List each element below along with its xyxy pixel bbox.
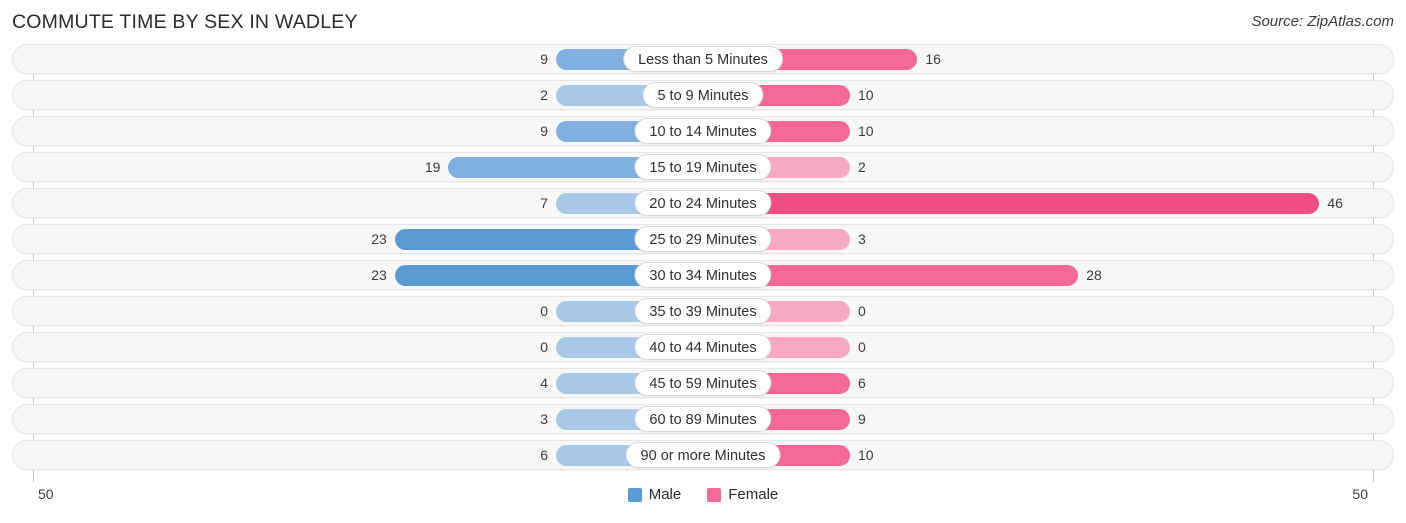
chart-row: 4 6 45 to 59 Minutes [0,368,1406,398]
chart-row: 19 2 15 to 19 Minutes [0,152,1406,182]
source-attribution: Source: ZipAtlas.com [1251,13,1394,30]
legend-swatch-icon [627,487,642,502]
chart-footer: 50 50 Male Female [0,482,1406,523]
chart-row: 23 3 25 to 29 Minutes [0,224,1406,254]
chart-row: 0 0 40 to 44 Minutes [0,332,1406,362]
legend-label: Male [648,486,682,503]
value-label-female: 2 [858,159,866,175]
category-label: 40 to 44 Minutes [634,334,772,360]
value-label-male: 0 [540,303,548,319]
value-label-male: 9 [540,123,548,139]
value-label-male: 7 [540,195,548,211]
value-label-male: 3 [540,411,548,427]
value-label-female: 9 [858,411,866,427]
value-label-male: 4 [540,375,548,391]
category-label: 30 to 34 Minutes [634,262,772,288]
chart-plot-area: 9 16 Less than 5 Minutes 2 10 5 to 9 Minutes 9… [0,44,1406,482]
value-label-female: 3 [858,231,866,247]
chart-row: 9 16 Less than 5 Minutes [0,44,1406,74]
category-label: 60 to 89 Minutes [634,406,772,432]
legend-label: Female [728,486,779,503]
chart-row: 3 9 60 to 89 Minutes [0,404,1406,434]
page-title: COMMUTE TIME BY SEX IN WADLEY [12,11,358,33]
value-label-female: 10 [858,123,874,139]
value-label-male: 6 [540,447,548,463]
legend-swatch-icon [707,487,722,502]
category-label: 35 to 39 Minutes [634,298,772,324]
value-label-male: 9 [540,51,548,67]
category-label: 25 to 29 Minutes [634,226,772,252]
category-label: 15 to 19 Minutes [634,154,772,180]
value-label-male: 23 [371,267,387,283]
value-label-male: 23 [371,231,387,247]
chart-header: COMMUTE TIME BY SEX IN WADLEY Source: Zi… [0,0,1406,44]
value-label-female: 6 [858,375,866,391]
chart-row: 7 46 20 to 24 Minutes [0,188,1406,218]
value-label-female: 28 [1086,267,1102,283]
chart-row: 0 0 35 to 39 Minutes [0,296,1406,326]
value-label-female: 10 [858,447,874,463]
category-label: 90 or more Minutes [625,442,781,468]
legend-item-female[interactable]: Female [707,486,778,503]
value-label-female: 10 [858,87,874,103]
chart-row: 6 10 90 or more Minutes [0,440,1406,470]
value-label-female: 0 [858,339,866,355]
chart-row: 2 10 5 to 9 Minutes [0,80,1406,110]
value-label-male: 19 [424,159,441,175]
value-label-male: 0 [540,339,548,355]
category-label: 20 to 24 Minutes [634,190,772,216]
category-label: 5 to 9 Minutes [642,82,764,108]
bar-rows-container: 9 16 Less than 5 Minutes 2 10 5 to 9 Minutes 9… [0,44,1406,476]
chart-legend: Male Female [0,486,1406,503]
chart-row: 9 10 10 to 14 Minutes [0,116,1406,146]
bar-female [703,193,1320,214]
category-label: Less than 5 Minutes [623,46,783,72]
category-label: 45 to 59 Minutes [634,370,772,396]
value-label-female: 0 [858,303,866,319]
value-label-male: 2 [540,87,548,103]
legend-item-male[interactable]: Male [627,486,682,503]
chart-row: 23 28 30 to 34 Minutes [0,260,1406,290]
value-label-female: 16 [925,51,941,67]
category-label: 10 to 14 Minutes [634,118,772,144]
value-label-female: 46 [1327,195,1343,211]
